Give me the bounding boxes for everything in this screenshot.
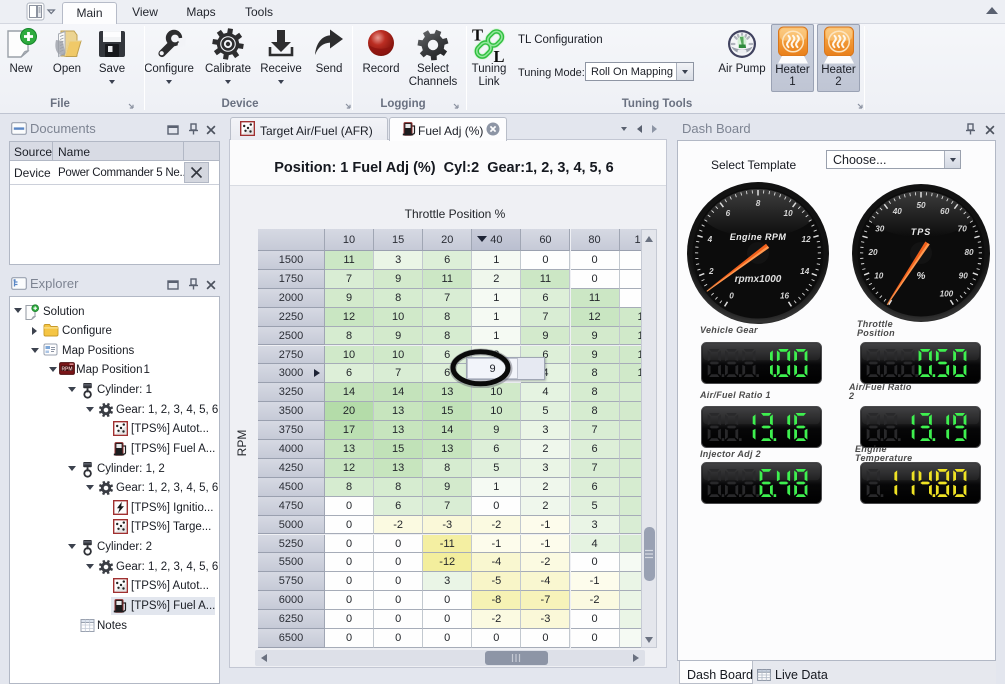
- svg-text:30: 30: [875, 224, 885, 233]
- svg-text:2: 2: [708, 267, 714, 276]
- svg-text:50: 50: [916, 201, 926, 210]
- svg-text:0: 0: [729, 291, 734, 300]
- svg-text:6: 6: [726, 209, 731, 218]
- svg-text:rpmx1000: rpmx1000: [735, 274, 782, 285]
- svg-text:10: 10: [874, 272, 884, 281]
- svg-text:12: 12: [802, 235, 812, 244]
- svg-text:8: 8: [756, 199, 761, 208]
- svg-text:Engine RPM: Engine RPM: [730, 232, 787, 242]
- svg-text:40: 40: [892, 207, 903, 216]
- svg-text:20: 20: [867, 248, 878, 257]
- svg-text:80: 80: [964, 248, 974, 257]
- svg-text:L: L: [494, 47, 505, 63]
- svg-text:60: 60: [940, 207, 950, 216]
- svg-text:RPM: RPM: [61, 366, 72, 372]
- svg-text:10: 10: [784, 209, 794, 218]
- svg-text:%: %: [917, 271, 926, 282]
- svg-text:100: 100: [940, 290, 954, 299]
- svg-text:TPS: TPS: [911, 227, 932, 237]
- svg-text:90: 90: [959, 272, 969, 281]
- svg-text:70: 70: [958, 224, 968, 233]
- svg-text:14: 14: [800, 267, 810, 276]
- svg-text:16: 16: [780, 291, 790, 300]
- svg-text:4: 4: [707, 235, 713, 244]
